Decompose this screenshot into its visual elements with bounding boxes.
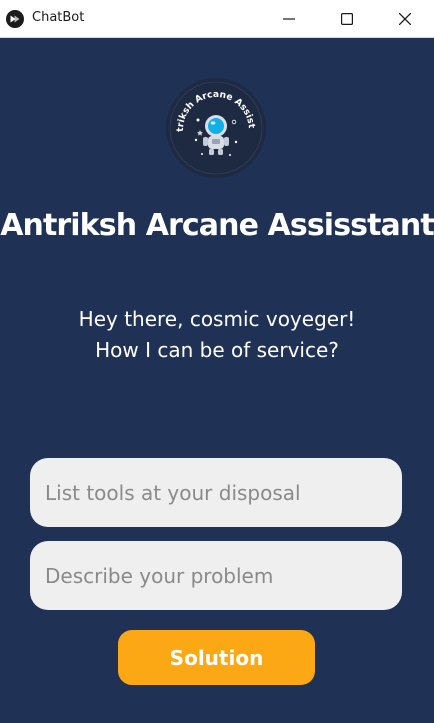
problem-input[interactable]	[30, 541, 402, 610]
greeting-line-1: Hey there, cosmic voyeger!	[78, 307, 356, 331]
close-button[interactable]	[376, 0, 434, 38]
title-bar: ChatBot	[0, 0, 434, 38]
close-icon	[398, 10, 412, 29]
maximize-button[interactable]	[318, 0, 376, 38]
minimize-button[interactable]	[260, 0, 318, 38]
minimize-icon	[283, 10, 295, 29]
app-window: ChatBot triksh Arcane Assist Antriksh Ar…	[0, 0, 434, 723]
greeting-message: Hey there, cosmic voyeger! How I can be …	[0, 304, 434, 366]
maximize-icon	[341, 10, 354, 29]
solution-button[interactable]: Solution	[118, 630, 315, 685]
logo: Antriksh Arcane Assistant	[166, 78, 266, 178]
tools-input[interactable]	[30, 458, 402, 527]
chat-bubble-icon	[6, 10, 24, 28]
window-title: ChatBot	[32, 10, 85, 25]
page-title: Antriksh Arcane Assisstant	[0, 208, 434, 243]
greeting-line-2: How I can be of service?	[95, 338, 339, 362]
